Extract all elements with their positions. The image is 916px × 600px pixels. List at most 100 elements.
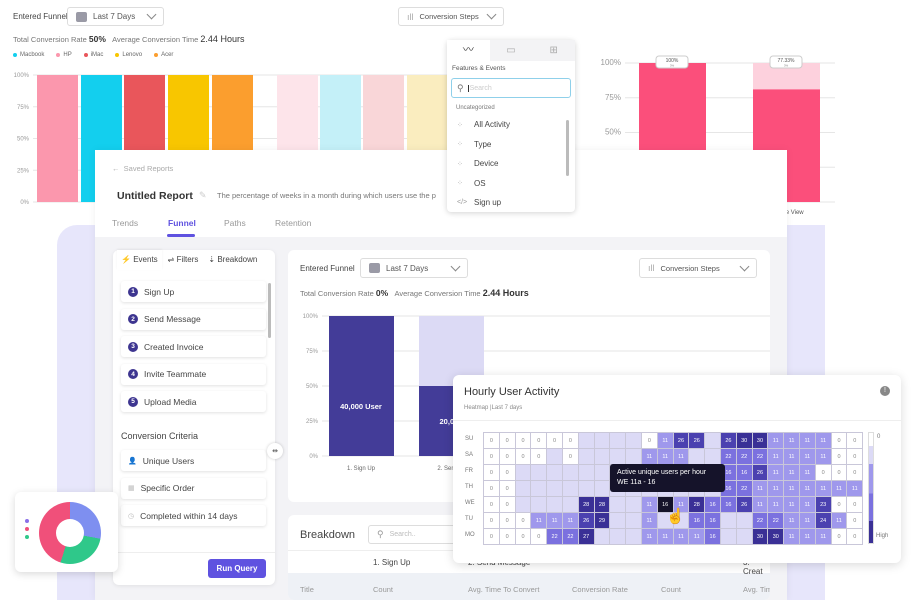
heatmap-cell[interactable] <box>546 464 563 481</box>
heatmap-cell[interactable]: 0 <box>546 432 563 449</box>
heatmap-cell[interactable]: 0 <box>846 512 864 529</box>
heatmap-cell[interactable]: 22 <box>562 528 579 545</box>
conversion-steps-select[interactable]: ıll Conversion Steps <box>639 258 757 278</box>
heatmap-cell[interactable] <box>562 496 579 513</box>
criteria-item[interactable]: ◷ Completed within 14 days <box>121 505 266 526</box>
heatmap-cell[interactable]: 0 <box>846 496 864 513</box>
heatmap-cell[interactable]: 16 <box>704 512 721 529</box>
dropdown-item[interactable]: </> Sign up <box>447 193 567 213</box>
heatmap-cell[interactable]: 0 <box>498 448 516 465</box>
event-item[interactable]: 2 Send Message <box>121 308 266 330</box>
heatmap-cell[interactable]: 11 <box>783 496 800 513</box>
heatmap-cell[interactable]: 0 <box>846 528 864 545</box>
heatmap-cell[interactable] <box>546 496 563 513</box>
heatmap-cell[interactable]: 0 <box>514 528 532 545</box>
criteria-item[interactable]: ▦ Specific Order <box>121 477 266 499</box>
heatmap-cell[interactable]: 11 <box>783 528 800 545</box>
heatmap-cell[interactable]: 0 <box>514 448 532 465</box>
edit-pencil-icon[interactable]: ✎ <box>199 190 207 201</box>
heatmap-cell[interactable] <box>704 448 721 465</box>
heatmap-cell[interactable] <box>530 480 548 497</box>
event-item[interactable]: 3 Created Invoice <box>121 336 266 357</box>
heatmap-cell[interactable]: 11 <box>656 448 674 465</box>
heatmap-cell[interactable] <box>530 464 548 481</box>
heatmap-cell[interactable]: 26 <box>735 496 753 513</box>
heatmap-cell[interactable]: 11 <box>641 528 658 545</box>
events-tab-icon[interactable]: 〰 <box>447 40 490 61</box>
date-range-select[interactable]: Last 7 Days <box>67 7 164 26</box>
heatmap-cell[interactable] <box>625 496 642 513</box>
heatmap-cell[interactable]: 22 <box>767 512 785 529</box>
heatmap-cell[interactable] <box>625 448 642 465</box>
heatmap-cell[interactable] <box>577 432 595 449</box>
heatmap-cell[interactable]: 11 <box>846 480 864 497</box>
heatmap-cell[interactable]: 11 <box>830 512 848 529</box>
heatmap-cell[interactable]: 22 <box>546 528 563 545</box>
criteria-item[interactable]: 👤 Unique Users <box>121 450 266 471</box>
heatmap-cell[interactable] <box>609 432 627 449</box>
heatmap-cell[interactable] <box>688 448 706 465</box>
heatmap-cell[interactable]: 22 <box>751 448 769 465</box>
heatmap-cell[interactable]: 26 <box>720 432 737 449</box>
heatmap-cell[interactable]: 11 <box>688 528 706 545</box>
heatmap-cell[interactable]: 11 <box>641 448 658 465</box>
heatmap-cell[interactable]: 0 <box>562 448 579 465</box>
heatmap-cell[interactable] <box>609 512 627 529</box>
heatmap-cell[interactable]: 0 <box>483 432 500 449</box>
heatmap-cell[interactable] <box>546 480 563 497</box>
card-tab-icon[interactable]: ▭ <box>490 40 533 61</box>
heatmap-cell[interactable]: 11 <box>672 528 690 545</box>
map-tab-icon[interactable]: ⊞ <box>532 40 575 61</box>
events-scrollbar[interactable] <box>268 283 271 338</box>
heatmap-cell[interactable]: 11 <box>656 432 674 449</box>
heatmap-cell[interactable]: 0 <box>514 432 532 449</box>
heatmap-cell[interactable]: 26 <box>577 512 595 529</box>
heatmap-cell[interactable] <box>593 464 611 481</box>
run-query-button[interactable]: Run Query <box>208 559 266 578</box>
heatmap-cell[interactable] <box>577 448 595 465</box>
heatmap-cell[interactable]: 11 <box>830 480 848 497</box>
heatmap-cell[interactable]: 16 <box>688 512 706 529</box>
heatmap-cell[interactable] <box>735 512 753 529</box>
heatmap-cell[interactable]: 30 <box>735 432 753 449</box>
heatmap-cell[interactable]: 0 <box>830 432 848 449</box>
heatmap-cell[interactable]: 0 <box>498 464 516 481</box>
heatmap-cell[interactable]: 27 <box>577 528 595 545</box>
event-item[interactable]: 1 Sign Up <box>121 281 266 302</box>
back-link[interactable]: ← Saved Reports <box>112 164 173 173</box>
event-item[interactable]: 4 Invite Teammate <box>121 363 266 385</box>
heatmap-cell[interactable]: 11 <box>767 480 785 497</box>
conversion-steps-select[interactable]: ıll Conversion Steps <box>398 7 504 26</box>
heatmap-cell[interactable]: 16 <box>704 496 721 513</box>
heatmap-cell[interactable] <box>704 432 721 449</box>
heatmap-cell[interactable]: 11 <box>783 432 800 449</box>
heatmap-cell[interactable]: 22 <box>751 512 769 529</box>
heatmap-cell[interactable]: 22 <box>735 448 753 465</box>
side-tab-events[interactable]: ⚡ Events <box>117 250 162 270</box>
heatmap-cell[interactable] <box>577 480 595 497</box>
heatmap-cell[interactable]: 11 <box>751 480 769 497</box>
heatmap-cell[interactable]: 11 <box>672 448 690 465</box>
heatmap-cell[interactable] <box>562 480 579 497</box>
heatmap-cell[interactable]: 0 <box>483 528 500 545</box>
heatmap-cell[interactable] <box>593 448 611 465</box>
heatmap-cell[interactable] <box>562 464 579 481</box>
heatmap-cell[interactable]: 11 <box>799 448 816 465</box>
heatmap-cell[interactable]: 16 <box>735 464 753 481</box>
side-tab-filters[interactable]: ⇌ Filters <box>164 250 203 270</box>
heatmap-cell[interactable] <box>625 512 642 529</box>
heatmap-cell[interactable]: 0 <box>483 496 500 513</box>
heatmap-cell[interactable]: 0 <box>830 464 848 481</box>
heatmap-cell[interactable]: 0 <box>846 448 864 465</box>
tab-retention[interactable]: Retention <box>275 218 311 228</box>
heatmap-cell[interactable]: 11 <box>530 512 548 529</box>
heatmap-cell[interactable] <box>593 432 611 449</box>
heatmap-cell[interactable]: 28 <box>577 496 595 513</box>
heatmap-cell[interactable] <box>530 496 548 513</box>
heatmap-cell[interactable]: 29 <box>593 512 611 529</box>
heatmap-cell[interactable]: 0 <box>483 448 500 465</box>
heatmap-cell[interactable]: 0 <box>530 448 548 465</box>
heatmap-cell[interactable] <box>514 464 532 481</box>
heatmap-cell[interactable]: 0 <box>498 480 516 497</box>
heatmap-cell[interactable] <box>609 496 627 513</box>
